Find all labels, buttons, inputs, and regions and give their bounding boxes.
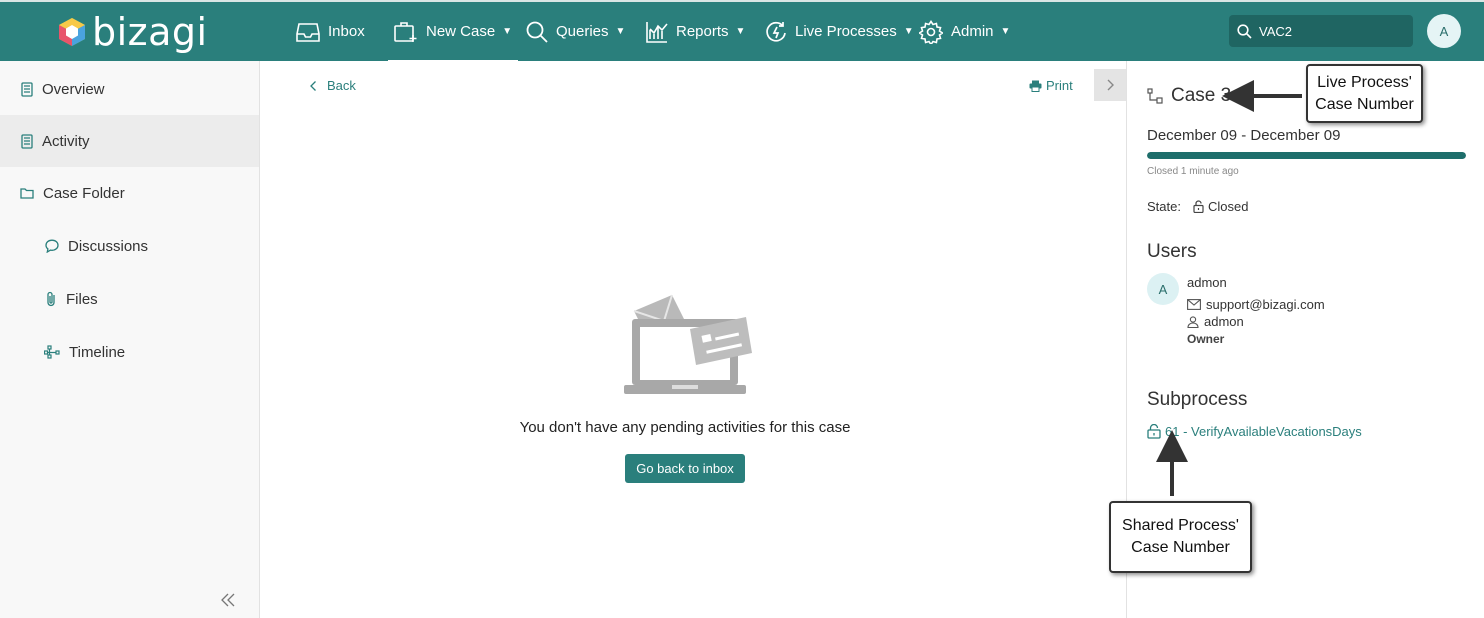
sidebar-item-overview[interactable]: Overview (0, 63, 259, 115)
sidebar-item-case-folder[interactable]: Case Folder (0, 167, 259, 219)
sidebar-item-discussions[interactable]: Discussions (0, 220, 259, 272)
user-email-text: support@bizagi.com (1206, 297, 1325, 312)
user-avatar[interactable]: A (1427, 14, 1461, 48)
sidebar-item-label: Overview (42, 80, 105, 98)
case-number: Case 3 (1171, 85, 1232, 106)
nav-live-processes-label: Live Processes (795, 23, 897, 40)
print-label: Print (1046, 78, 1073, 93)
document-icon (21, 81, 33, 97)
callout-shared-line2: Case Number (1131, 539, 1230, 556)
back-link[interactable]: Back (309, 78, 356, 93)
user-avatar: A (1147, 273, 1179, 305)
nav-new-case-label: New Case (426, 23, 496, 40)
subprocess-section-title: Subprocess (1147, 389, 1248, 410)
bizagi-logo-icon (59, 18, 85, 46)
user-username: admon (1187, 314, 1244, 329)
case-progress-bar (1147, 152, 1466, 159)
bizagi-logo[interactable]: bizagi (58, 12, 208, 52)
sidebar-item-label: Activity (42, 132, 90, 150)
inbox-icon (296, 22, 320, 42)
sidebar-item-label: Discussions (68, 237, 149, 255)
user-name: admon (1187, 275, 1227, 290)
state-label: State: (1147, 199, 1181, 214)
chevron-right-icon (1107, 79, 1114, 91)
empty-activities-message: You don't have any pending activities fo… (519, 419, 851, 436)
nav-inbox-label: Inbox (328, 23, 365, 40)
main-content: Back Print You don't have any pending ac… (260, 61, 1126, 618)
lock-icon (1147, 424, 1161, 439)
document-icon (21, 133, 33, 149)
nav-live-processes[interactable]: Live Processes ▼ (765, 2, 914, 61)
sidebar-item-files[interactable]: Files (0, 273, 259, 325)
subprocess-link-text: 61 - VerifyAvailableVacationsDays (1165, 424, 1362, 439)
callout-live-line1: Live Process' (1317, 73, 1412, 91)
gear-icon (919, 19, 943, 44)
user-role: Owner (1187, 332, 1225, 346)
nav-reports-label: Reports (676, 23, 729, 40)
case-dates: December 09 - December 09 (1147, 127, 1341, 144)
brand-name: bizagi (92, 10, 208, 54)
collapse-sidebar-button[interactable] (220, 591, 236, 612)
nav-admin[interactable]: Admin ▼ (919, 2, 1010, 61)
nav-inbox[interactable]: Inbox (296, 2, 365, 61)
user-email: support@bizagi.com (1187, 297, 1325, 312)
chevron-down-icon: ▼ (615, 26, 626, 37)
search-icon (1237, 23, 1252, 39)
callout-shared-process-case-number: Shared Process' Case Number (1109, 501, 1252, 573)
state-value-text: Closed (1207, 199, 1249, 214)
nav-admin-label: Admin (951, 23, 994, 40)
top-navigation-bar: bizagi Inbox New Case ▼ Queries ▼ Report… (0, 0, 1484, 63)
empty-activities-illustration (624, 294, 752, 394)
sidebar-item-label: Files (66, 290, 98, 308)
nav-reports[interactable]: Reports ▼ (646, 2, 745, 61)
person-icon (1187, 315, 1199, 328)
print-link[interactable]: Print (1029, 78, 1073, 93)
state-value: Closed (1193, 199, 1248, 214)
chevron-down-icon: ▼ (502, 26, 513, 37)
users-section-title: Users (1147, 241, 1197, 262)
process-icon (1147, 88, 1163, 104)
timeline-icon (44, 345, 60, 359)
chevron-down-icon: ▼ (903, 26, 914, 37)
case-state: State: Closed (1147, 199, 1248, 214)
nav-new-case[interactable]: New Case ▼ (388, 2, 519, 63)
folder-icon (20, 188, 34, 199)
go-back-to-inbox-button[interactable]: Go back to inbox (625, 454, 745, 483)
lock-icon (1193, 200, 1204, 213)
callout-live-process-case-number: Live Process' Case Number (1306, 64, 1423, 123)
sidebar-item-label: Timeline (69, 343, 126, 361)
chevron-down-icon: ▼ (1000, 26, 1011, 37)
reports-icon (646, 21, 668, 43)
nav-queries[interactable]: Queries ▼ (526, 2, 625, 61)
nav-queries-label: Queries (556, 23, 609, 40)
sidebar-item-activity[interactable]: Activity (0, 115, 259, 167)
toggle-details-panel-button[interactable] (1094, 69, 1126, 101)
case-title: Case 3 (1147, 85, 1231, 107)
chevron-down-icon: ▼ (735, 26, 746, 37)
search-icon (526, 21, 548, 43)
user-username-text: admon (1204, 314, 1244, 329)
closed-time: Closed 1 minute ago (1147, 166, 1239, 177)
live-processes-icon (766, 21, 786, 42)
paperclip-icon (47, 291, 55, 307)
sidebar-item-timeline[interactable]: Timeline (0, 326, 259, 378)
search-input[interactable] (1259, 23, 1399, 39)
search-box[interactable] (1229, 15, 1413, 47)
case-progress-fill (1147, 152, 1466, 159)
new-case-icon (394, 21, 417, 42)
back-label: Back (327, 78, 356, 93)
printer-icon (1029, 80, 1042, 92)
chat-icon (45, 239, 59, 253)
case-sidebar: Overview Activity Case Folder Discussion… (0, 61, 260, 618)
sidebar-item-label: Case Folder (43, 184, 125, 202)
envelope-icon (1187, 299, 1201, 310)
subprocess-link[interactable]: 61 - VerifyAvailableVacationsDays (1147, 424, 1362, 439)
callout-live-line2: Case Number (1315, 95, 1414, 113)
chevron-left-icon (310, 80, 316, 91)
double-chevron-left-icon (221, 593, 235, 607)
callout-shared-line1: Shared Process' (1122, 517, 1239, 534)
